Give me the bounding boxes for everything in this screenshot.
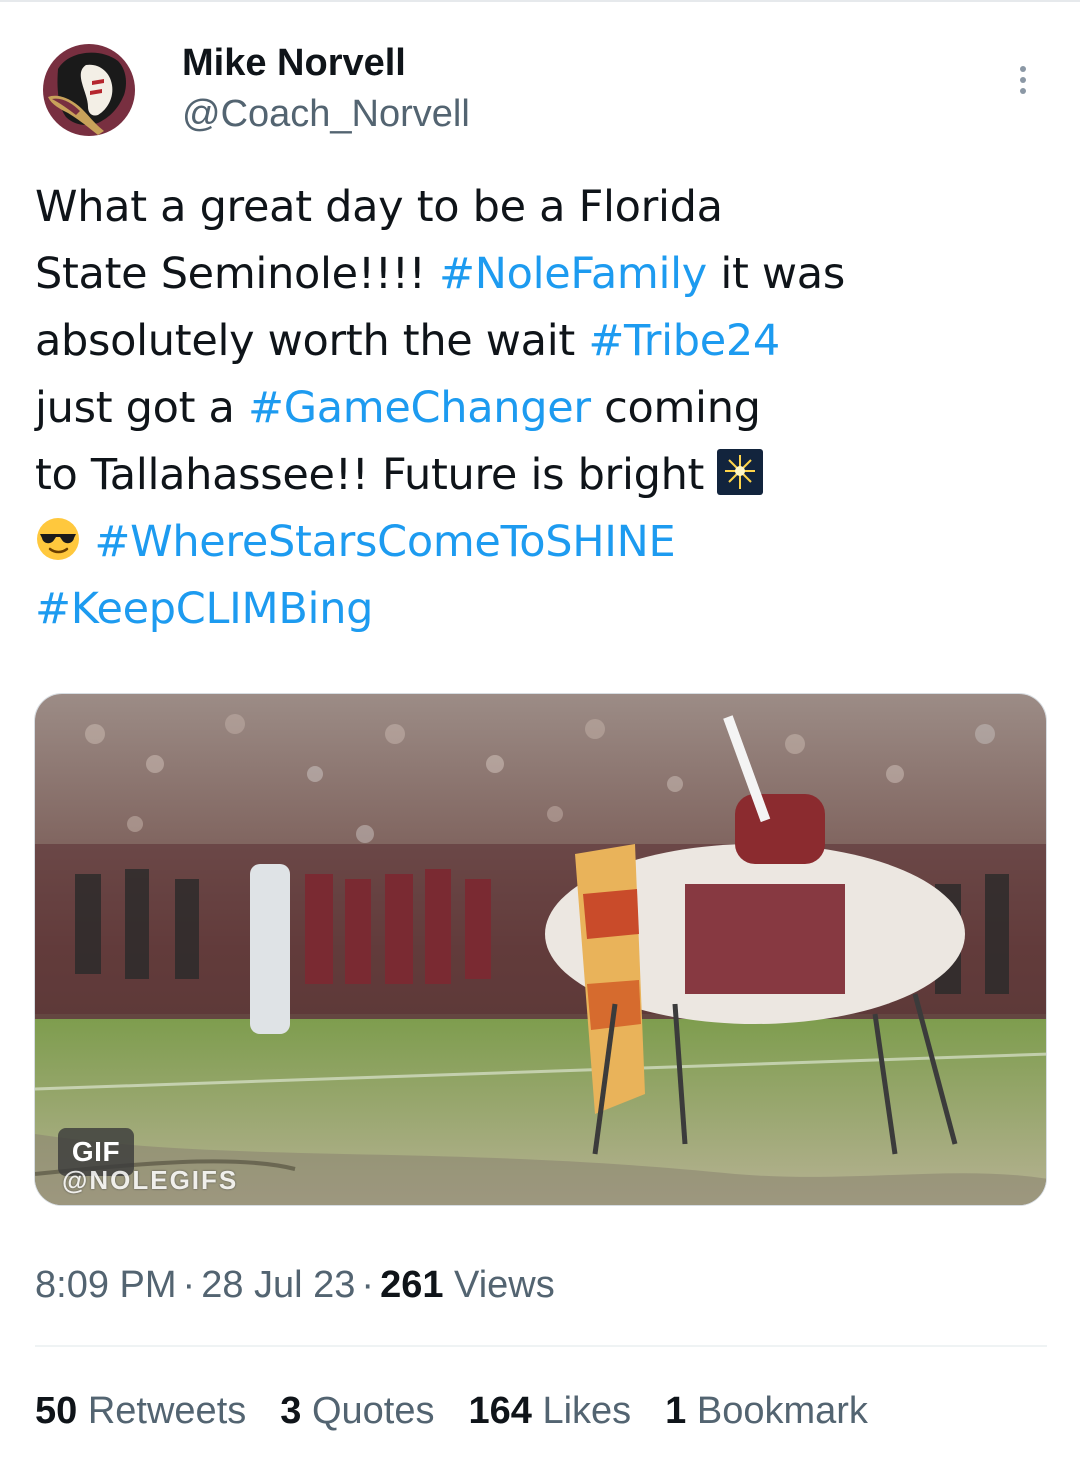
views-count: 261: [380, 1264, 444, 1306]
top-divider: [0, 0, 1080, 2]
tweet-media-gif[interactable]: [34, 693, 1047, 1206]
quotes-stat[interactable]: 3 Quotes: [280, 1390, 434, 1433]
hashtag-link[interactable]: #GameChanger: [248, 383, 591, 433]
author-name[interactable]: Mike Norvell: [182, 42, 406, 85]
more-vertical-icon: [1020, 66, 1026, 72]
tweet-text-segment: coming: [590, 383, 761, 433]
tweet-text-segment: absolutely worth the wait: [35, 316, 589, 366]
bookmarks-label: Bookmark: [696, 1390, 868, 1432]
hashtag-link[interactable]: #NoleFamily: [439, 249, 707, 299]
author-handle[interactable]: @Coach_Norvell: [182, 93, 470, 136]
stats-divider: [35, 1345, 1047, 1347]
tweet-meta: 8:09 PM · 28 Jul 23 · 261 Views: [35, 1264, 555, 1307]
meta-separator: ·: [361, 1264, 375, 1306]
retweets-count: 50: [35, 1390, 78, 1432]
likes-label: Likes: [542, 1390, 632, 1432]
tweet-text: What a great day to be a Florida State Se…: [35, 174, 1045, 643]
tweet-text-segment: to Tallahassee!! Future is bright: [35, 450, 718, 500]
hashtag-link[interactable]: #Tribe24: [588, 316, 780, 366]
tweet-text-line: #WhereStarsComeToSHINE: [35, 509, 1045, 576]
quotes-label: Quotes: [311, 1390, 435, 1432]
tweet-text-line: to Tallahassee!! Future is bright: [35, 442, 1045, 509]
retweets-label: Retweets: [87, 1390, 247, 1432]
likes-count: 164: [468, 1390, 532, 1432]
tweet-text-line: #KeepCLIMBing: [35, 576, 1045, 643]
gif-media-thumbnail: [35, 694, 1046, 1205]
avatar[interactable]: [38, 39, 140, 141]
tweet-text-segment: it was: [706, 249, 845, 299]
hashtag-link[interactable]: #KeepCLIMBing: [35, 584, 373, 634]
more-options-button[interactable]: [1006, 60, 1040, 100]
tweet-text-segment: State Seminole!!!!: [35, 249, 439, 299]
bookmarks-count: 1: [665, 1390, 687, 1432]
tweet-text-segment: [81, 517, 94, 567]
tweet-time[interactable]: 8:09 PM: [35, 1264, 177, 1306]
sunglasses-face-emoji-icon: [35, 516, 81, 562]
bookmarks-stat[interactable]: 1 Bookmark: [665, 1390, 868, 1433]
tweet-text-line: just got a #GameChanger coming: [35, 375, 1045, 442]
tweet-text-segment: just got a: [35, 383, 248, 433]
retweets-stat[interactable]: 50 Retweets: [35, 1390, 246, 1433]
quotes-count: 3: [280, 1390, 302, 1432]
tweet-text-line: What a great day to be a Florida: [35, 174, 1045, 241]
fsu-seminole-logo-icon: [38, 39, 140, 141]
tweet-text-line: State Seminole!!!! #NoleFamily it was: [35, 241, 1045, 308]
gif-watermark: @NOLEGIFS: [62, 1165, 239, 1195]
sparkler-emoji-icon: [717, 449, 764, 495]
tweet-date[interactable]: 28 Jul 23: [201, 1264, 355, 1306]
hashtag-link[interactable]: #WhereStarsComeToSHINE: [94, 517, 675, 567]
tweet-text-line: absolutely worth the wait #Tribe24: [35, 308, 1045, 375]
tweet-text-segment: What a great day to be a Florida: [35, 182, 723, 232]
engagement-stats: 50 Retweets 3 Quotes 164 Likes 1 Bookmar…: [35, 1390, 902, 1433]
likes-stat[interactable]: 164 Likes: [468, 1390, 631, 1433]
views-label: Views: [454, 1264, 555, 1306]
meta-separator: ·: [182, 1264, 196, 1306]
